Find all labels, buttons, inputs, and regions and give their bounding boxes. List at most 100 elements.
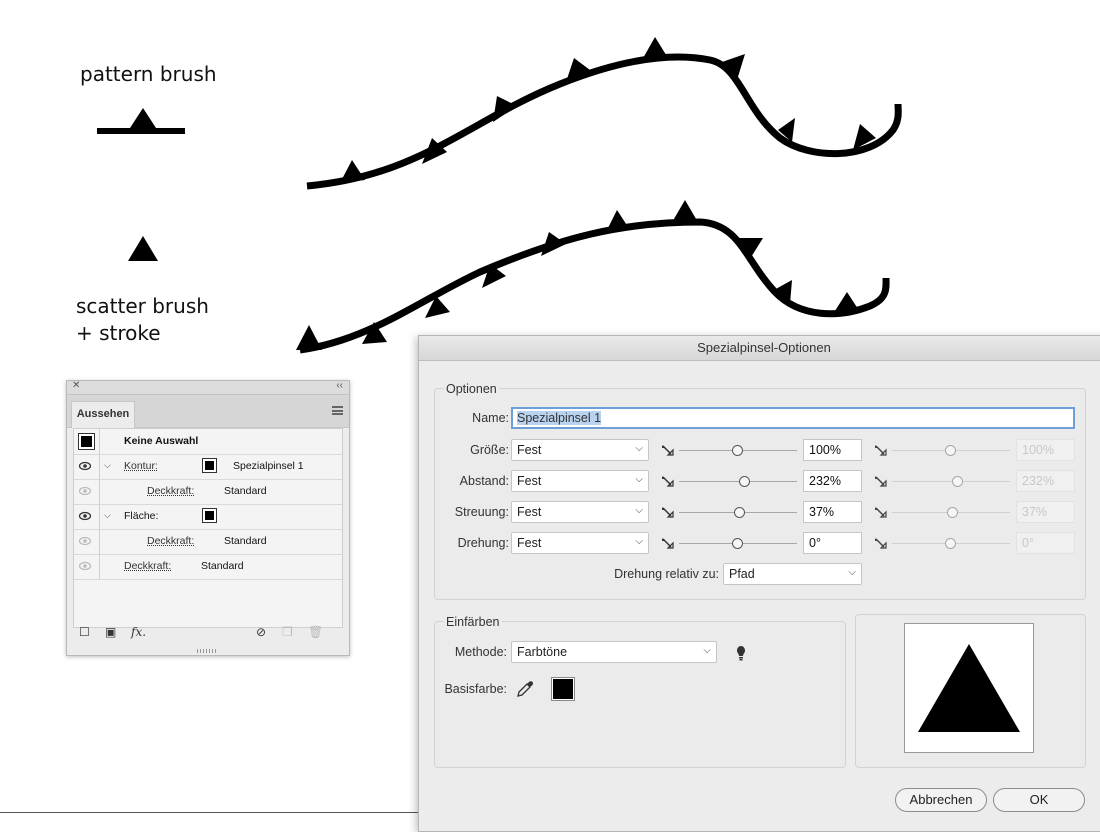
panel-menu-icon[interactable]	[332, 406, 343, 415]
visibility-eye-icon[interactable]	[79, 561, 91, 571]
visibility-eye-icon[interactable]	[79, 536, 91, 546]
pressure-pen-icon	[661, 537, 674, 549]
slider-knob[interactable]	[732, 538, 743, 549]
panel-tabbar: Aussehen	[67, 395, 349, 428]
duplicate-item-icon[interactable]: ❐	[282, 625, 293, 639]
collapse-icon[interactable]: ‹‹	[336, 380, 343, 391]
chevron-down-icon: ⌵	[848, 567, 856, 578]
list-item-object-opacity[interactable]: Deckkraft: Standard	[74, 554, 342, 580]
name-label: Name:	[472, 411, 509, 425]
chevron-down-icon[interactable]: ⌵	[104, 510, 111, 521]
param-label: Drehung:	[457, 536, 509, 550]
fill-label[interactable]: Fläche:	[124, 510, 158, 522]
param-slider[interactable]	[679, 444, 797, 456]
delete-item-icon[interactable]: 🗑	[308, 625, 323, 639]
param-slider-max	[892, 475, 1010, 487]
opacity-label[interactable]: Deckkraft:	[124, 560, 171, 572]
rotation-relative-label: Drehung relativ zu:	[614, 567, 719, 581]
chevron-down-icon: ⌵	[703, 645, 711, 656]
scatter-brush-label: scatter brush + stroke	[76, 293, 209, 347]
pattern-brush-label: pattern brush	[80, 62, 217, 86]
new-fill-icon[interactable]: ▣	[105, 625, 116, 639]
panel-footer: ☐ ▣ fx. ⊘ ❐ 🗑	[67, 625, 349, 645]
options-group-title: Optionen	[444, 382, 499, 396]
chevron-down-icon[interactable]: ⌵	[104, 460, 111, 471]
scatter-brush-options-dialog: Spezialpinsel-Optionen Optionen Name: Sp…	[418, 335, 1100, 832]
list-item-no-selection[interactable]: Keine Auswahl	[74, 429, 342, 455]
key-color-swatch[interactable]	[551, 677, 575, 701]
new-stroke-icon[interactable]: ☐	[79, 625, 90, 639]
name-input[interactable]: Spezialpinsel 1	[511, 407, 1075, 429]
rotation-relative-value: Pfad	[729, 567, 755, 581]
param-slider[interactable]	[679, 506, 797, 518]
param-value-field[interactable]: 232%	[803, 470, 862, 492]
param-slider[interactable]	[679, 537, 797, 549]
param-mode-value: Fest	[517, 536, 542, 550]
opacity-label[interactable]: Deckkraft:	[147, 485, 194, 497]
resize-grip[interactable]	[197, 649, 217, 653]
cancel-button[interactable]: Abbrechen	[895, 788, 987, 812]
pressure-pen-icon	[874, 537, 887, 549]
list-item-fill[interactable]: ⌵ Fläche:	[74, 504, 342, 530]
ok-button[interactable]: OK	[993, 788, 1085, 812]
param-slider-max	[892, 444, 1010, 456]
stroke-label[interactable]: Kontur:	[124, 460, 158, 472]
close-icon[interactable]: ✕	[72, 380, 80, 391]
key-color-label: Basisfarbe:	[444, 682, 507, 696]
slider-knob	[945, 445, 956, 456]
param-mode-select[interactable]: Fest ⌵	[511, 470, 649, 492]
param-label: Abstand:	[459, 474, 509, 488]
object-thumbnail	[78, 433, 95, 450]
pattern-brush-sample-triangle	[130, 108, 156, 128]
slider-knob[interactable]	[732, 445, 743, 456]
chevron-down-icon: ⌵	[635, 443, 643, 454]
pressure-pen-icon	[874, 444, 887, 456]
pattern-brush-sample-line	[97, 128, 185, 134]
param-value-field[interactable]: 0°	[803, 532, 862, 554]
triangle-preview-icon	[918, 644, 1020, 732]
method-label: Methode:	[454, 645, 507, 659]
chevron-down-icon: ⌵	[635, 536, 643, 547]
panel-topbar: ✕ ‹‹	[67, 380, 349, 395]
slider-knob[interactable]	[734, 507, 745, 518]
chevron-down-icon: ⌵	[635, 474, 643, 485]
tab-appearance[interactable]: Aussehen	[71, 401, 135, 428]
slider-knob	[947, 507, 958, 518]
param-slider[interactable]	[679, 475, 797, 487]
param-max-field: 232%	[1016, 470, 1075, 492]
param-label: Streuung:	[454, 505, 509, 519]
fill-swatch[interactable]	[202, 508, 217, 523]
no-selection-label: Keine Auswahl	[124, 435, 199, 447]
fx-icon[interactable]: fx.	[131, 625, 146, 639]
list-item-fill-opacity[interactable]: Deckkraft: Standard	[74, 529, 342, 555]
param-mode-value: Fest	[517, 443, 542, 457]
scatter-brush-stroke	[299, 218, 890, 354]
stroke-swatch[interactable]	[202, 458, 217, 473]
param-max-field: 100%	[1016, 439, 1075, 461]
visibility-eye-icon[interactable]	[79, 461, 91, 471]
slider-knob	[945, 538, 956, 549]
eyedropper-icon[interactable]	[516, 680, 534, 698]
slider-knob[interactable]	[739, 476, 750, 487]
param-mode-select[interactable]: Fest ⌵	[511, 532, 649, 554]
opacity-value: Standard	[224, 485, 267, 497]
rotation-relative-select[interactable]: Pfad ⌵	[723, 563, 862, 585]
param-value-field[interactable]: 37%	[803, 501, 862, 523]
param-mode-select[interactable]: Fest ⌵	[511, 501, 649, 523]
appearance-list: Keine Auswahl ⌵ Kontur: Spezialpinsel 1 …	[73, 428, 343, 628]
artboard-edge	[0, 812, 420, 813]
chevron-down-icon: ⌵	[635, 505, 643, 516]
list-item-stroke[interactable]: ⌵ Kontur: Spezialpinsel 1	[74, 454, 342, 480]
clear-appearance-icon[interactable]: ⊘	[256, 625, 266, 639]
appearance-panel: ✕ ‹‹ Aussehen Keine Auswahl ⌵ Kontur: Sp…	[66, 380, 350, 656]
opacity-label[interactable]: Deckkraft:	[147, 535, 194, 547]
param-mode-select[interactable]: Fest ⌵	[511, 439, 649, 461]
visibility-eye-icon[interactable]	[79, 486, 91, 496]
visibility-eye-icon[interactable]	[79, 511, 91, 521]
dialog-title: Spezialpinsel-Optionen	[419, 336, 1100, 361]
method-select[interactable]: Farbtöne ⌵	[511, 641, 717, 663]
pattern-brush-triangles	[340, 37, 876, 183]
param-value-field[interactable]: 100%	[803, 439, 862, 461]
tips-lightbulb-icon[interactable]	[736, 645, 746, 661]
list-item-stroke-opacity[interactable]: Deckkraft: Standard	[74, 479, 342, 505]
